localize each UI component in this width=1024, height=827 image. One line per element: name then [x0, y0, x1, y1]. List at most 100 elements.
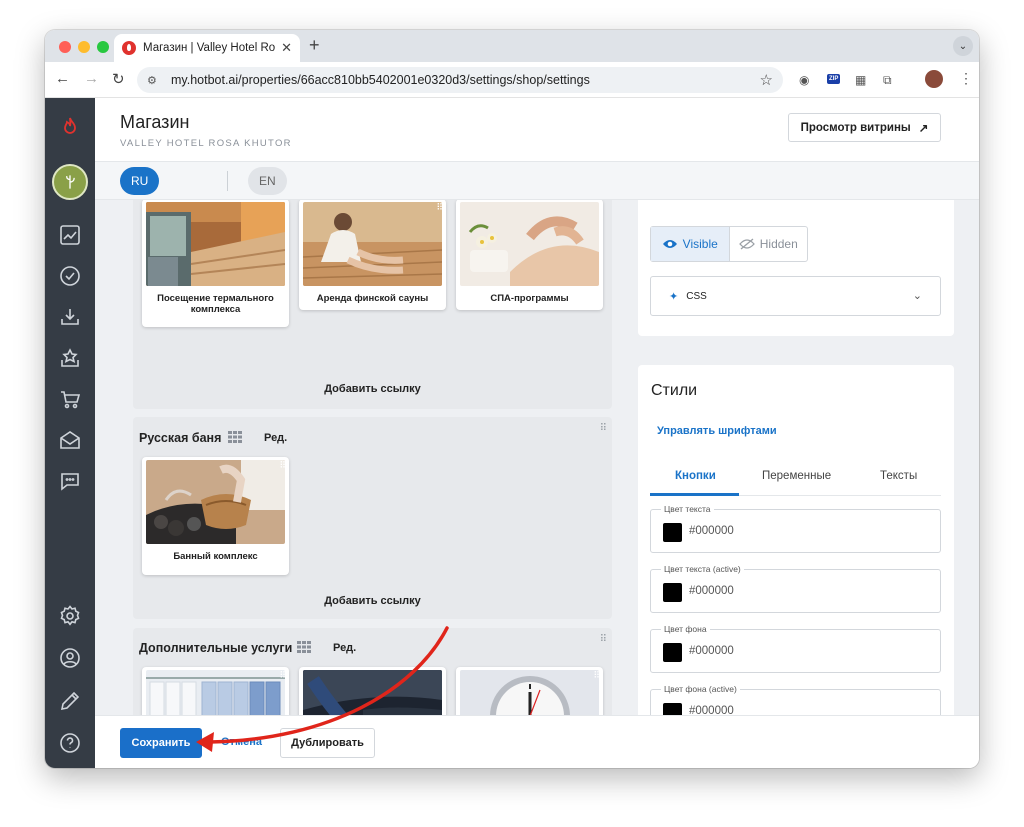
pencil-edit-icon[interactable]: [57, 688, 83, 714]
app-sidebar: [45, 98, 95, 768]
lang-ru-button[interactable]: RU: [120, 167, 160, 195]
address-bar[interactable]: ⚙ my.hotbot.ai/properties/66acc810bb5402…: [137, 67, 783, 93]
color-swatch[interactable]: [663, 583, 682, 602]
camera-extension-icon[interactable]: ◉: [799, 73, 809, 87]
settings-gear-icon[interactable]: [57, 603, 83, 629]
css-accordion[interactable]: ✦ CSS ⌄: [650, 276, 941, 316]
forward-arrow-icon[interactable]: →: [84, 70, 99, 87]
service-card[interactable]: Аренда финской сауны ⠿: [299, 200, 446, 310]
analytics-chart-icon[interactable]: [57, 222, 83, 248]
service-card[interactable]: СПА-программы: [456, 200, 603, 310]
url-text: my.hotbot.ai/properties/66acc810bb540200…: [171, 73, 590, 87]
hotbot-favicon-icon: [122, 41, 136, 55]
minimize-window-button[interactable]: [78, 41, 90, 53]
new-tab-button[interactable]: +: [309, 35, 320, 56]
page-title: Магазин: [120, 112, 190, 132]
color-value: #000000: [689, 585, 734, 597]
service-card[interactable]: Банный комплекс ⠿: [142, 457, 289, 575]
back-arrow-icon[interactable]: ←: [55, 70, 70, 87]
site-settings-icon[interactable]: ⚙: [147, 74, 163, 87]
card-caption: Аренда финской сауны: [316, 293, 429, 304]
property-avatar[interactable]: [52, 164, 88, 200]
grid-layout-icon[interactable]: [228, 430, 242, 443]
section-title: Русская баня: [139, 431, 222, 445]
chat-bubble-icon[interactable]: [57, 468, 83, 494]
visible-label: Visible: [682, 237, 718, 251]
thermal-complex-image: [146, 202, 285, 286]
inbox-download-icon[interactable]: [57, 304, 83, 330]
hotbot-logo-icon[interactable]: [57, 114, 83, 140]
qr-extension-icon[interactable]: ▦: [855, 73, 866, 87]
styles-tabs: Кнопки Переменные Тексты: [650, 460, 941, 496]
visibility-panel: Visible Hidden ✦ CSS ⌄: [638, 200, 954, 336]
preview-storefront-button[interactable]: Просмотр витрины ↗: [788, 113, 941, 142]
tab-texts[interactable]: Тексты: [880, 470, 917, 482]
banya-complex-image: [146, 460, 285, 544]
duplicate-button[interactable]: Дублировать: [280, 728, 375, 758]
wall-clock-image: [460, 670, 599, 715]
section-drag-handle-icon[interactable]: ⠿: [600, 634, 607, 645]
cancel-link[interactable]: Отмена: [221, 736, 262, 748]
reviews-star-icon[interactable]: [57, 345, 83, 371]
visibility-toggle: Visible Hidden: [650, 226, 808, 262]
add-link-button[interactable]: Добавить ссылку: [133, 595, 612, 607]
service-card[interactable]: [299, 667, 446, 715]
hidden-button[interactable]: Hidden: [730, 227, 808, 261]
action-footer: Сохранить Отмена Дублировать: [95, 715, 979, 768]
extensions-puzzle-icon[interactable]: ⧉: [883, 73, 892, 88]
external-link-icon: ↗: [918, 122, 929, 135]
card-drag-handle-icon[interactable]: ⠿: [279, 670, 286, 681]
sparkle-icon: ✦: [669, 290, 679, 303]
shop-section: Посещение термального комплекса Аренда ф…: [133, 200, 612, 409]
tasks-check-icon[interactable]: [57, 263, 83, 289]
grid-layout-icon[interactable]: [297, 640, 311, 653]
reload-icon[interactable]: ↻: [112, 70, 125, 88]
color-swatch[interactable]: [663, 523, 682, 542]
card-drag-handle-icon[interactable]: ⠿: [593, 670, 600, 681]
section-edit-link[interactable]: Ред.: [264, 432, 287, 444]
card-caption: Посещение термального комплекса: [157, 293, 274, 315]
maximize-window-button[interactable]: [97, 41, 109, 53]
profile-avatar[interactable]: [925, 70, 943, 88]
color-swatch[interactable]: [663, 703, 682, 715]
lang-en-button[interactable]: EN: [248, 167, 287, 195]
css-label: CSS: [686, 290, 707, 302]
eye-icon: [662, 240, 677, 248]
help-question-icon[interactable]: [57, 730, 83, 756]
manage-fonts-link[interactable]: Управлять шрифтами: [657, 425, 777, 437]
add-link-button[interactable]: Добавить ссылку: [133, 383, 612, 395]
card-drag-handle-icon[interactable]: ⠿: [436, 202, 443, 213]
text-color-active-field[interactable]: Цвет текста (active) #000000: [650, 564, 941, 613]
background-color-field[interactable]: Цвет фона #000000: [650, 624, 941, 673]
save-button[interactable]: Сохранить: [120, 728, 202, 758]
service-card[interactable]: Посещение термального комплекса: [142, 200, 289, 327]
section-drag-handle-icon[interactable]: ⠿: [600, 423, 607, 434]
hidden-label: Hidden: [759, 237, 798, 251]
browser-menu-icon[interactable]: ⋮: [959, 70, 973, 87]
tab-search-button[interactable]: ⌄: [953, 36, 973, 56]
color-swatch[interactable]: [663, 643, 682, 662]
language-switcher: RU EN: [95, 162, 979, 200]
section-edit-link[interactable]: Ред.: [333, 642, 356, 654]
field-label: Цвет текста: [661, 504, 714, 514]
styles-title: Стили: [651, 382, 698, 399]
visible-button[interactable]: Visible: [651, 227, 730, 261]
browser-tab[interactable]: Магазин | Valley Hotel Rosa K ✕: [114, 34, 300, 62]
page-header: Магазин VALLEY HOTEL ROSA KHUTOR Просмот…: [95, 98, 979, 162]
property-name: VALLEY HOTEL ROSA KHUTOR: [120, 138, 292, 149]
shop-section-additional-services: Дополнительные услуги Ред. ⠿ ⠿ ⠿: [133, 628, 612, 715]
shop-cart-icon[interactable]: [57, 386, 83, 412]
mail-envelope-icon[interactable]: [57, 427, 83, 453]
tab-buttons[interactable]: Кнопки: [675, 470, 716, 482]
bookmark-star-icon[interactable]: ☆: [760, 71, 773, 89]
tab-variables[interactable]: Переменные: [762, 470, 831, 482]
card-drag-handle-icon[interactable]: ⠿: [279, 460, 286, 471]
user-profile-icon[interactable]: [57, 645, 83, 671]
close-window-button[interactable]: [59, 41, 71, 53]
zip-extension-icon[interactable]: ZIP: [827, 74, 841, 84]
tab-close-icon[interactable]: ✕: [281, 40, 292, 56]
service-card[interactable]: ⠿: [142, 667, 289, 715]
text-color-field[interactable]: Цвет текста #000000: [650, 504, 941, 553]
service-card[interactable]: ⠿: [456, 667, 603, 715]
background-color-active-field[interactable]: Цвет фона (active) #000000: [650, 684, 941, 715]
